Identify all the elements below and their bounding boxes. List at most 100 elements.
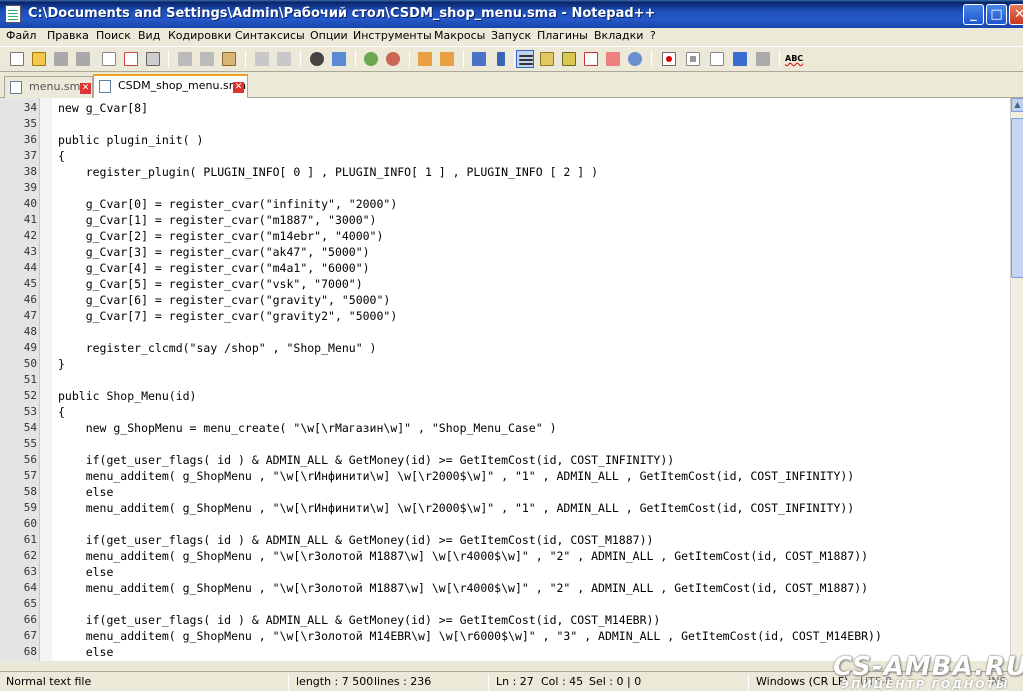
doc-map-icon[interactable] (560, 50, 578, 68)
code-text[interactable]: g_Cvar[7] = register_cvar("gravity2", "5… (58, 308, 398, 324)
code-text[interactable]: public plugin_init( ) (58, 132, 203, 148)
code-line[interactable]: 61 if(get_user_flags( id ) & ADMIN_ALL &… (0, 532, 1010, 548)
code-text[interactable]: { (58, 404, 65, 420)
code-line[interactable]: 62 menu_additem( g_ShopMenu , "\w[\rЗоло… (0, 548, 1010, 564)
notepad-app-icon[interactable] (5, 5, 21, 23)
minimize-button[interactable]: _ (963, 4, 984, 25)
code-line[interactable]: 47 g_Cvar[7] = register_cvar("gravity2",… (0, 308, 1010, 324)
code-text[interactable]: if(get_user_flags( id ) & ADMIN_ALL & Ge… (58, 532, 654, 548)
menu-edit[interactable]: Правка (47, 29, 89, 42)
save-all-icon[interactable] (74, 50, 92, 68)
monitoring-icon[interactable] (626, 50, 644, 68)
code-text[interactable]: else (58, 564, 114, 580)
code-line[interactable]: 42 g_Cvar[2] = register_cvar("m14ebr", "… (0, 228, 1010, 244)
menu-view[interactable]: Вид (138, 29, 160, 42)
code-line[interactable]: 44 g_Cvar[4] = register_cvar("m4a1", "60… (0, 260, 1010, 276)
editor-area[interactable]: 34 new g_Cvar[8] 35 36 public plugin_init( )… (0, 98, 1023, 661)
zoom-out-icon[interactable] (384, 50, 402, 68)
code-text[interactable]: g_Cvar[0] = register_cvar("infinity", "2… (58, 196, 398, 212)
code-line[interactable]: 65 (0, 596, 1010, 612)
undo-icon[interactable] (253, 50, 271, 68)
maximize-button[interactable]: □ (986, 4, 1007, 25)
code-line[interactable]: 45 g_Cvar[5] = register_cvar("vsk", "700… (0, 276, 1010, 292)
tab-menu-sma[interactable]: menu.sma ✕ (4, 76, 93, 98)
code-line[interactable]: 35 (0, 116, 1010, 132)
cut-icon[interactable] (176, 50, 194, 68)
code-line[interactable]: 38 register_plugin( PLUGIN_INFO[ 0 ] , P… (0, 164, 1010, 180)
code-text[interactable]: new g_Cvar[8] (58, 100, 148, 116)
print-icon[interactable] (144, 50, 162, 68)
code-text[interactable]: g_Cvar[5] = register_cvar("vsk", "7000") (58, 276, 363, 292)
code-text[interactable]: if(get_user_flags( id ) & ADMIN_ALL & Ge… (58, 612, 661, 628)
open-file-icon[interactable] (30, 50, 48, 68)
function-list-icon[interactable] (582, 50, 600, 68)
code-text[interactable]: register_clcmd("say /shop" , "Shop_Menu"… (58, 340, 377, 356)
show-all-chars-icon[interactable] (492, 50, 510, 68)
sync-v-icon[interactable] (416, 50, 434, 68)
menu-tools[interactable]: Инструменты (353, 29, 432, 42)
code-line[interactable]: 41 g_Cvar[1] = register_cvar("m1887", "3… (0, 212, 1010, 228)
find-icon[interactable] (308, 50, 326, 68)
save-macro-icon[interactable] (754, 50, 772, 68)
copy-icon[interactable] (198, 50, 216, 68)
menu-help[interactable]: ? (650, 29, 656, 42)
stop-record-icon[interactable] (684, 50, 702, 68)
code-line[interactable]: 53 { (0, 404, 1010, 420)
sync-h-icon[interactable] (438, 50, 456, 68)
new-file-icon[interactable] (8, 50, 26, 68)
code-text[interactable]: menu_additem( g_ShopMenu , "\w[\rИнфинит… (58, 500, 855, 516)
menu-file[interactable]: Файл (6, 29, 36, 42)
code-line[interactable]: 49 register_clcmd("say /shop" , "Shop_Me… (0, 340, 1010, 356)
code-text[interactable]: menu_additem( g_ShopMenu , "\w[\rЗолотой… (58, 580, 868, 596)
code-text[interactable]: g_Cvar[3] = register_cvar("ak47", "5000"… (58, 244, 370, 260)
code-line[interactable]: 54 new g_ShopMenu = menu_create( "\w[\rМ… (0, 420, 1010, 436)
menu-search[interactable]: Поиск (96, 29, 131, 42)
code-line[interactable]: 51 (0, 372, 1010, 388)
play-macro-icon[interactable] (708, 50, 726, 68)
menu-syntax[interactable]: Синтаксисы (235, 29, 305, 42)
scroll-up-icon[interactable]: ▲ (1011, 98, 1023, 112)
code-line[interactable]: 34 new g_Cvar[8] (0, 100, 1010, 116)
code-text[interactable]: register_plugin( PLUGIN_INFO[ 0 ] , PLUG… (58, 164, 598, 180)
word-wrap-icon[interactable] (470, 50, 488, 68)
redo-icon[interactable] (275, 50, 293, 68)
code-text[interactable]: menu_additem( g_ShopMenu , "\w[\rЗолотой… (58, 628, 882, 644)
code-line[interactable]: 43 g_Cvar[3] = register_cvar("ak47", "50… (0, 244, 1010, 260)
save-icon[interactable] (52, 50, 70, 68)
code-line[interactable]: 67 menu_additem( g_ShopMenu , "\w[\rЗоло… (0, 628, 1010, 644)
code-line[interactable]: 63 else (0, 564, 1010, 580)
menu-macros[interactable]: Макросы (434, 29, 485, 42)
code-line[interactable]: 55 (0, 436, 1010, 452)
code-text[interactable]: menu_additem( g_ShopMenu , "\w[\rИнфинит… (58, 468, 855, 484)
paste-icon[interactable] (220, 50, 238, 68)
code-line[interactable]: 60 (0, 516, 1010, 532)
code-text[interactable]: if(get_user_flags( id ) & ADMIN_ALL & Ge… (58, 452, 675, 468)
record-macro-icon[interactable] (660, 50, 678, 68)
title-bar[interactable]: C:\Documents and Settings\Admin\Рабочий … (0, 0, 1023, 28)
code-text[interactable]: g_Cvar[4] = register_cvar("m4a1", "6000"… (58, 260, 370, 276)
menu-plugins[interactable]: Плагины (537, 29, 588, 42)
menu-tabs[interactable]: Вкладки (594, 29, 643, 42)
run-macro-multiple-icon[interactable] (731, 50, 749, 68)
code-text[interactable]: else (58, 484, 114, 500)
code-text[interactable]: g_Cvar[6] = register_cvar("gravity", "50… (58, 292, 391, 308)
indent-guide-icon[interactable] (516, 50, 534, 68)
code-line[interactable]: 59 menu_additem( g_ShopMenu , "\w[\rИнфи… (0, 500, 1010, 516)
code-line[interactable]: 52 public Shop_Menu(id) (0, 388, 1010, 404)
code-line[interactable]: 58 else (0, 484, 1010, 500)
code-line[interactable]: 66 if(get_user_flags( id ) & ADMIN_ALL &… (0, 612, 1010, 628)
close-all-icon[interactable] (122, 50, 140, 68)
code-line[interactable]: 64 menu_additem( g_ShopMenu , "\w[\rЗоло… (0, 580, 1010, 596)
close-icon[interactable] (100, 50, 118, 68)
menu-options[interactable]: Опции (310, 29, 348, 42)
close-tab-icon[interactable]: ✕ (80, 83, 91, 94)
code-line[interactable]: 50} (0, 356, 1010, 372)
replace-icon[interactable] (330, 50, 348, 68)
folder-workspace-icon[interactable] (604, 50, 622, 68)
code-line[interactable]: 56 if(get_user_flags( id ) & ADMIN_ALL &… (0, 452, 1010, 468)
zoom-in-icon[interactable] (362, 50, 380, 68)
menu-run[interactable]: Запуск (491, 29, 531, 42)
code-line[interactable]: 46 g_Cvar[6] = register_cvar("gravity", … (0, 292, 1010, 308)
vertical-scrollbar[interactable]: ▲ (1010, 98, 1023, 661)
code-line[interactable]: 57 menu_additem( g_ShopMenu , "\w[\rИнфи… (0, 468, 1010, 484)
